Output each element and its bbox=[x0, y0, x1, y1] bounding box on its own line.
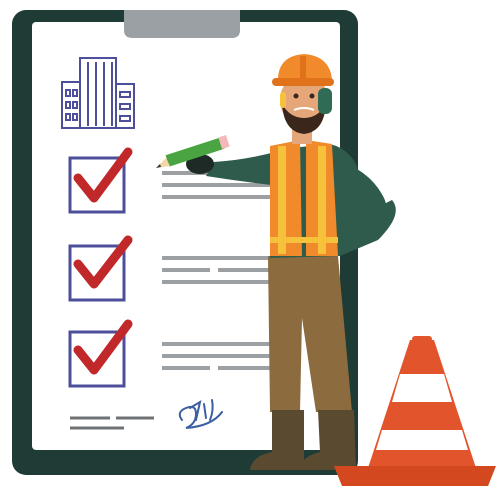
traffic-cone-icon bbox=[334, 336, 496, 486]
ear-protector bbox=[318, 88, 332, 114]
inspection-illustration bbox=[0, 0, 497, 493]
clipboard-clip bbox=[124, 10, 240, 38]
ear bbox=[280, 92, 286, 108]
eye bbox=[309, 93, 315, 99]
hard-hat-ridge bbox=[300, 56, 306, 78]
illustration-canvas bbox=[12, 10, 496, 486]
hard-hat-brim bbox=[272, 78, 334, 86]
eye bbox=[293, 93, 299, 99]
